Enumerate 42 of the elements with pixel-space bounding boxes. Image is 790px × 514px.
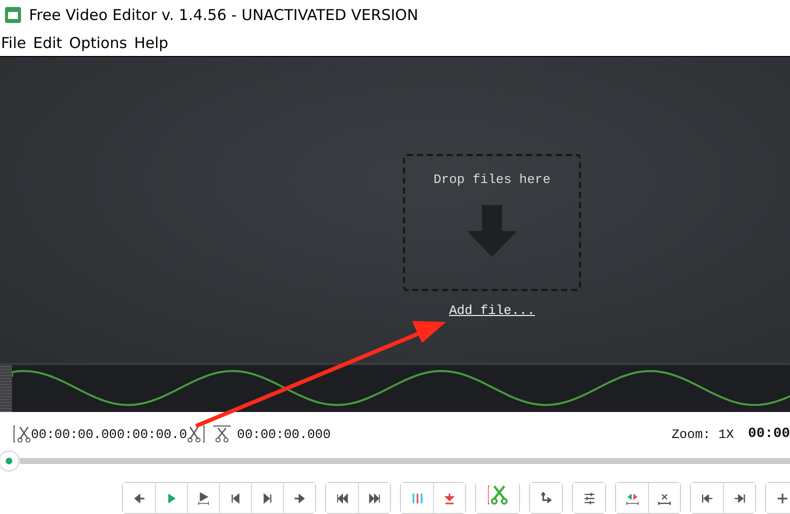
duration-time: 00:00:00.000 [237,426,331,442]
selection-start-icon [13,425,31,443]
menu-item[interactable]: Options [69,34,128,52]
menu-item[interactable]: File [1,34,26,52]
arrow-down-icon [467,205,517,258]
drop-zone[interactable]: Drop files here [403,154,581,292]
menu-item[interactable]: Help [134,34,168,52]
toolbar-button[interactable] [648,483,680,513]
split-icon [626,492,638,504]
duration-icon [213,425,232,443]
go-to-start-icon [700,492,714,504]
position-time: 00:00 [748,426,790,442]
toolbar-button[interactable] [433,483,465,513]
branch-arrow-icon [540,492,552,504]
toolbar-button[interactable] [358,483,390,513]
previous-frame-icon [229,492,242,504]
arrow-left-icon [132,492,146,504]
play-to-end-icon [197,492,210,504]
toolbar-button[interactable] [283,483,315,513]
plus-icon [776,492,788,504]
bars-icon [410,492,424,504]
selection-start-time: 00:00:00.000 [31,426,125,442]
skip-back-icon [336,492,348,504]
arrow-right-icon [293,492,306,504]
sliders-icon [582,492,596,504]
selection-end-time: :00:00.0 [124,426,188,442]
drop-label: Drop files here [433,172,551,188]
toolbar-button[interactable] [723,483,755,513]
zoom-label: Zoom: 1X [672,426,734,442]
skip-forward-icon [368,492,381,504]
slider-thumb[interactable] [0,452,18,470]
selection-end-icon [187,425,206,443]
menu-item[interactable]: Edit [33,34,62,52]
scissors-icon [488,485,508,505]
go-to-end-icon [733,492,746,504]
track-handle[interactable] [0,365,12,412]
add-file-link[interactable]: Add file... [449,303,535,318]
next-frame-icon [261,492,274,504]
window-title: Free Video Editor v. 1.4.56 - UNACTIVATED VERSION [29,6,418,24]
remove-icon [658,492,671,504]
download-icon [443,492,456,504]
app-icon [5,6,21,23]
